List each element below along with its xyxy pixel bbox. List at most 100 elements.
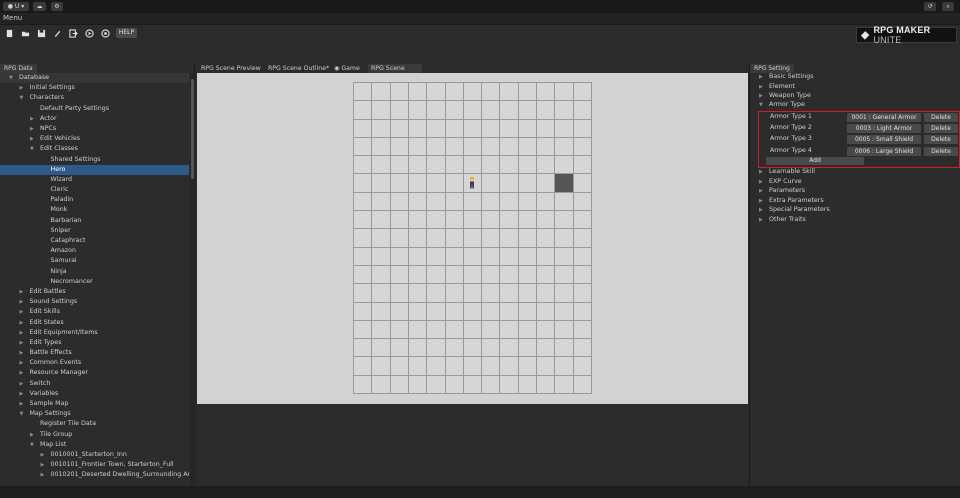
map-tile[interactable] xyxy=(500,265,519,285)
map-tile[interactable] xyxy=(573,339,592,358)
map-tile[interactable] xyxy=(573,229,592,248)
map-tile[interactable] xyxy=(463,375,483,394)
map-tile[interactable] xyxy=(408,192,428,212)
tree-item[interactable]: ▶ Sound Settings xyxy=(0,297,189,307)
map-tile[interactable] xyxy=(482,357,501,376)
section-special-parameters[interactable]: ▶ Special Parameters xyxy=(750,205,960,215)
tree-item[interactable]: ▶ Switch xyxy=(0,379,189,389)
tree-item[interactable]: ▶ Variables xyxy=(0,389,189,399)
map-tile[interactable] xyxy=(555,375,574,394)
map-tile[interactable] xyxy=(555,339,574,358)
edit-icon[interactable] xyxy=(52,28,63,39)
tree-item[interactable]: ▶ NPCs xyxy=(0,124,189,134)
map-tile[interactable] xyxy=(390,339,409,358)
map-tile[interactable] xyxy=(390,284,409,303)
tree-item[interactable]: ▶ Edit Equipment/Items xyxy=(0,328,189,338)
map-tile[interactable] xyxy=(445,174,464,193)
map-tile[interactable] xyxy=(390,357,409,376)
chevron-right-icon[interactable]: ▶ xyxy=(20,399,24,409)
map-tile[interactable] xyxy=(537,137,556,157)
delete-button[interactable]: Delete xyxy=(924,124,958,133)
map-tile[interactable] xyxy=(500,174,519,193)
map-tile[interactable] xyxy=(500,284,519,303)
map-tile[interactable] xyxy=(555,357,574,376)
tree-item[interactable]: Ninja xyxy=(0,267,189,277)
chevron-right-icon[interactable]: ▶ xyxy=(20,318,24,328)
tab-rpg-scene-outline[interactable]: RPG Scene Outline* xyxy=(265,64,332,73)
map-tile[interactable] xyxy=(354,302,373,321)
map-tile[interactable] xyxy=(354,265,373,285)
armor-type-select[interactable]: 0005 : Small Shield xyxy=(847,135,921,144)
section-basic-settings[interactable]: ▶ Basic Settings xyxy=(750,72,960,82)
map-tile[interactable] xyxy=(427,174,446,193)
map-tile[interactable] xyxy=(537,320,556,340)
map-tile[interactable] xyxy=(537,119,556,138)
tree-item[interactable]: ▼ Database xyxy=(0,73,189,84)
map-tile[interactable] xyxy=(555,302,574,321)
map-tile[interactable] xyxy=(500,192,519,212)
map-tile[interactable] xyxy=(500,320,519,340)
tree-item[interactable]: ▶ Edit Skills xyxy=(0,307,189,317)
map-tile[interactable] xyxy=(537,247,556,266)
delete-button[interactable]: Delete xyxy=(924,135,958,144)
map-tile[interactable] xyxy=(463,284,483,303)
armor-type-select[interactable]: 0006 : Large Shield xyxy=(847,147,921,156)
map-tile[interactable] xyxy=(500,119,519,138)
map-tile[interactable] xyxy=(463,357,483,376)
chevron-right-icon[interactable]: ▶ xyxy=(30,134,34,144)
map-tile[interactable] xyxy=(537,302,556,321)
tree-item[interactable]: ▼ Characters xyxy=(0,93,189,103)
map-tile[interactable] xyxy=(573,156,592,175)
tab-rpg-scene-preview[interactable]: RPG Scene Preview xyxy=(198,64,264,73)
map-tile[interactable] xyxy=(482,284,501,303)
map-tile[interactable] xyxy=(445,320,464,340)
map-tile[interactable] xyxy=(482,339,501,358)
map-tile[interactable] xyxy=(408,302,428,321)
map-tile[interactable] xyxy=(408,211,428,230)
tab-rpg-scene-map[interactable]: RPG Scene Map xyxy=(368,64,422,81)
map-tile[interactable] xyxy=(427,375,446,394)
map-tile[interactable] xyxy=(482,229,501,248)
tree-scrollbar[interactable] xyxy=(190,73,195,486)
map-tile[interactable] xyxy=(354,284,373,303)
chevron-right-icon[interactable]: ▶ xyxy=(20,368,24,378)
map-tile[interactable] xyxy=(518,284,538,303)
tree-item[interactable]: ▶ 0010001_Starterton_Inn xyxy=(0,450,189,460)
map-tile[interactable] xyxy=(518,339,538,358)
tree-item[interactable]: Cleric xyxy=(0,185,189,195)
chevron-down-icon[interactable]: ▼ xyxy=(20,93,24,103)
tree-item[interactable]: Hero xyxy=(0,164,189,175)
tree-item[interactable]: ▶ Edit States xyxy=(0,318,189,328)
map-tile[interactable] xyxy=(354,339,373,358)
map-tile[interactable] xyxy=(445,101,464,120)
account-button[interactable]: ● U ▾ xyxy=(3,2,29,11)
chevron-down-icon[interactable]: ▼ xyxy=(30,440,34,450)
map-tile[interactable] xyxy=(500,247,519,266)
map-tile[interactable] xyxy=(518,119,538,138)
map-tile[interactable] xyxy=(537,174,556,193)
armor-type-select[interactable]: 0003 : Light Armor xyxy=(847,124,921,133)
tree-item[interactable]: ▶ Edit Battles xyxy=(0,287,189,297)
map-tile[interactable] xyxy=(555,265,574,285)
map-tile[interactable] xyxy=(354,137,373,157)
map-tile[interactable] xyxy=(518,229,538,248)
map-tile[interactable] xyxy=(445,211,464,230)
chevron-right-icon[interactable]: ▶ xyxy=(20,348,24,358)
map-tile[interactable] xyxy=(354,229,373,248)
map-tile[interactable] xyxy=(482,320,501,340)
map-tile[interactable] xyxy=(445,375,464,394)
chevron-right-icon[interactable]: ▶ xyxy=(20,358,24,368)
map-tile[interactable] xyxy=(500,357,519,376)
map-tile[interactable] xyxy=(555,101,574,120)
tree-item[interactable]: Shared Settings xyxy=(0,155,189,165)
map-tile[interactable] xyxy=(463,137,483,157)
tree-item[interactable]: ▶ 0010201_Deserted Dwelling_Surrounding A… xyxy=(0,470,190,480)
map-tile[interactable] xyxy=(573,357,592,376)
map-tile[interactable] xyxy=(463,339,483,358)
map-tile[interactable] xyxy=(537,229,556,248)
chevron-right-icon[interactable]: ▶ xyxy=(20,307,24,317)
tree-item[interactable]: ▶ Tile Group xyxy=(0,430,189,440)
chevron-right-icon[interactable]: ▶ xyxy=(30,124,34,134)
open-icon[interactable] xyxy=(20,28,31,39)
map-tile[interactable] xyxy=(518,156,538,175)
